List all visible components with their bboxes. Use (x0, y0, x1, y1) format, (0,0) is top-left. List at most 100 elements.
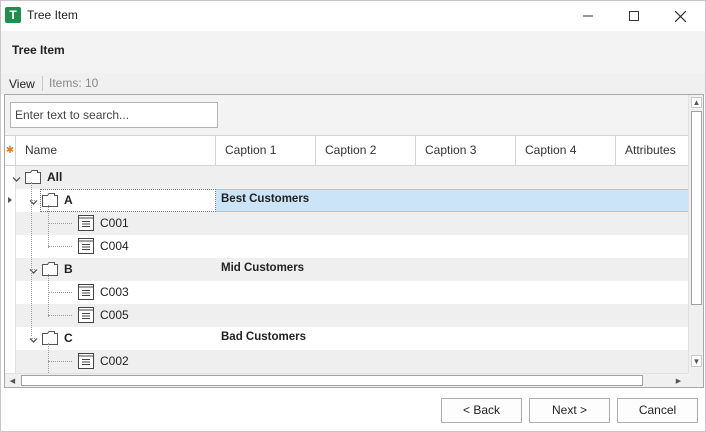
column-header-caption-1[interactable]: Caption 1 (216, 136, 316, 165)
new-row-indicator-icon: ✱ (5, 136, 16, 165)
tree-grid: ✱ Name Caption 1 Caption 2 Caption 3 Cap… (4, 94, 704, 388)
tree-line (48, 205, 49, 248)
tree-row[interactable]: C004 (5, 235, 688, 258)
tree-line (48, 292, 72, 293)
minimize-button[interactable] (565, 1, 611, 31)
caption-1-cell: Bad Customers (221, 331, 306, 343)
document-icon-wrap (78, 215, 94, 231)
tree-row[interactable]: C Bad Customers (5, 327, 688, 350)
vertical-scroll-thumb[interactable] (691, 111, 702, 305)
tree-node-label: C005 (100, 308, 129, 322)
tree-line (48, 223, 72, 224)
window-title: Tree Item (27, 8, 78, 22)
back-button[interactable]: < Back (441, 398, 522, 423)
document-icon-wrap (78, 238, 94, 254)
document-icon-wrap (78, 307, 94, 323)
document-icon (78, 284, 94, 300)
search-panel (5, 95, 688, 135)
cancel-button[interactable]: Cancel (617, 398, 698, 423)
tree-line (31, 182, 32, 336)
tree-line (31, 200, 37, 201)
tree-line (48, 361, 72, 362)
search-input[interactable] (11, 103, 217, 127)
tree-node-label: C001 (100, 216, 129, 230)
search-box[interactable] (10, 102, 218, 128)
folder-icon (42, 262, 58, 276)
next-button[interactable]: Next > (529, 398, 610, 423)
tree-node-label: All (47, 170, 63, 184)
expand-toggle[interactable] (12, 173, 21, 182)
title-bar[interactable]: T Tree Item (1, 1, 705, 31)
folder-icon-wrap (42, 331, 58, 345)
row-indicator[interactable] (5, 350, 16, 373)
scroll-up-icon[interactable]: ▲ (691, 97, 702, 108)
tree-node-label: C (64, 331, 73, 345)
caption-1-cell: Mid Customers (221, 262, 305, 274)
scroll-right-icon[interactable]: ▶ (673, 375, 684, 386)
tree-node-label: A (64, 193, 73, 207)
document-icon-wrap (78, 284, 94, 300)
tree-node-label: C004 (100, 239, 129, 253)
maximize-icon (629, 11, 639, 21)
chevron-down-icon (12, 177, 21, 182)
row-indicator[interactable] (5, 258, 16, 281)
wizard-window: T Tree Item Tree Item View Items: 10 ✱ N… (0, 0, 706, 432)
vertical-scrollbar[interactable]: ▲ ▼ (688, 95, 703, 373)
document-icon (78, 238, 94, 254)
tree-line (31, 269, 37, 270)
column-header-attributes[interactable]: Attributes (616, 136, 688, 165)
row-indicator[interactable] (5, 212, 16, 235)
tree-line (48, 274, 49, 317)
view-bar: View Items: 10 (1, 73, 705, 94)
document-icon (78, 353, 94, 369)
view-separator (42, 76, 43, 91)
folder-icon (42, 193, 58, 207)
tree-row[interactable]: A Best Customers (5, 189, 688, 212)
tree-line (48, 315, 72, 316)
row-indicator[interactable] (5, 235, 16, 258)
column-header-row: ✱ Name Caption 1 Caption 2 Caption 3 Cap… (5, 135, 688, 166)
horizontal-scrollbar[interactable]: ◀ ▶ (5, 373, 688, 387)
caption-1-cell: Best Customers (221, 193, 310, 205)
column-header-caption-3[interactable]: Caption 3 (416, 136, 516, 165)
app-icon: T (5, 7, 21, 23)
horizontal-scroll-thumb[interactable] (21, 375, 643, 386)
column-header-name[interactable]: Name (16, 136, 216, 165)
tree-line (48, 246, 72, 247)
focused-row-icon (8, 197, 12, 203)
page-header: Tree Item (1, 31, 705, 73)
column-header-caption-4[interactable]: Caption 4 (516, 136, 616, 165)
tree-line (48, 343, 49, 373)
tree-row[interactable]: C005 (5, 304, 688, 327)
folder-icon (42, 331, 58, 345)
tree-row[interactable]: B Mid Customers (5, 258, 688, 281)
close-icon (674, 10, 686, 22)
row-indicator[interactable] (5, 189, 16, 212)
scroll-left-icon[interactable]: ◀ (7, 375, 18, 386)
column-header-caption-2[interactable]: Caption 2 (316, 136, 416, 165)
maximize-button[interactable] (611, 1, 657, 31)
document-icon-wrap (78, 353, 94, 369)
row-indicator[interactable] (5, 304, 16, 327)
close-button[interactable] (657, 1, 703, 31)
minimize-icon (583, 15, 593, 17)
tree-node-label: C002 (100, 354, 129, 368)
row-indicator[interactable] (5, 327, 16, 350)
items-count: Items: 10 (49, 76, 99, 90)
folder-icon (25, 170, 41, 184)
view-menu[interactable]: View (9, 77, 35, 91)
tree-row[interactable]: C003 (5, 281, 688, 304)
tree-node-label: C003 (100, 285, 129, 299)
folder-icon-wrap (42, 262, 58, 276)
scrollbar-corner (688, 373, 703, 387)
scroll-down-icon[interactable]: ▼ (691, 355, 702, 367)
folder-icon-wrap (42, 193, 58, 207)
tree-rows: C002 C Bad Customers C005 C003 B Mid Customers… (5, 166, 688, 373)
tree-line (31, 338, 37, 339)
row-indicator[interactable] (5, 281, 16, 304)
tree-row[interactable]: C001 (5, 212, 688, 235)
page-title: Tree Item (12, 43, 65, 57)
tree-row[interactable]: C002 (5, 350, 688, 373)
tree-row[interactable]: All (5, 166, 688, 189)
document-icon (78, 307, 94, 323)
